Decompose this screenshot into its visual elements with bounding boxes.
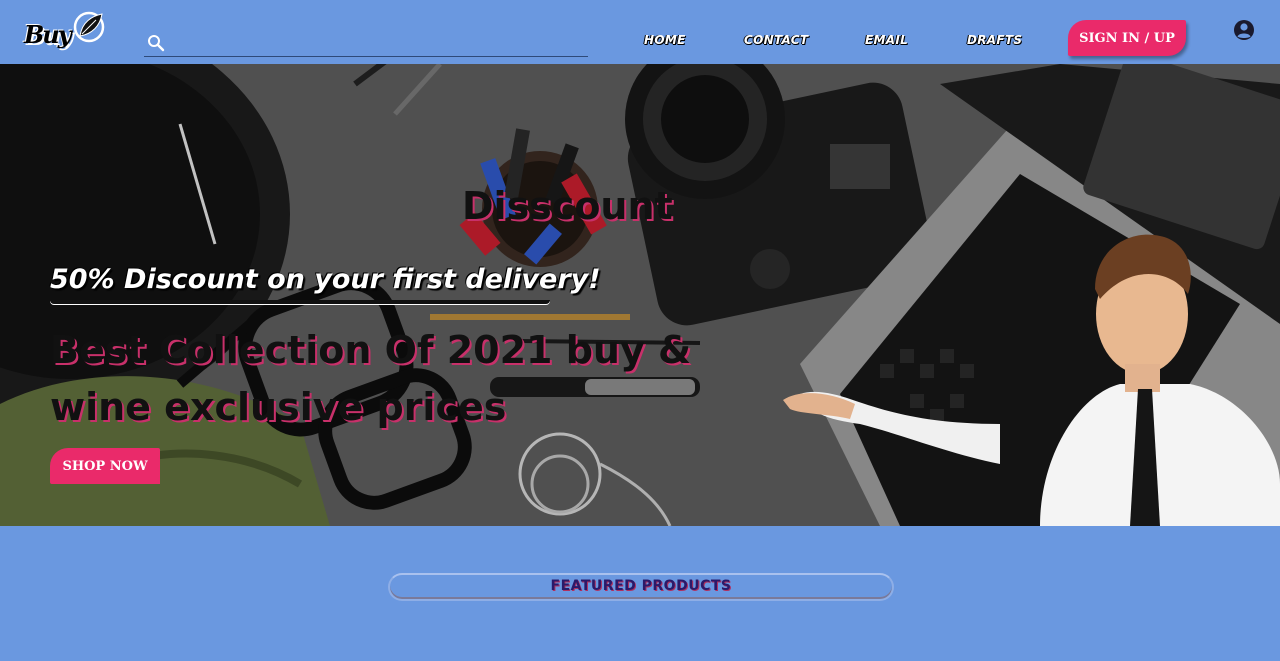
nav-contact[interactable]: CONTACT bbox=[744, 33, 808, 47]
hero-banner: Disscount 50% Discount on your first del… bbox=[0, 64, 1280, 526]
navbar: Buy HOME CONTACT EMAIL DRAFTS SIGN IN / … bbox=[0, 0, 1280, 64]
search-bar bbox=[144, 30, 588, 57]
leaf-icon bbox=[73, 11, 105, 43]
shop-now-button[interactable]: SHOP NOW bbox=[50, 448, 160, 484]
hero-headline: Best Collection Of 2021 buy & wine exclu… bbox=[50, 322, 730, 436]
logo[interactable]: Buy bbox=[22, 10, 106, 52]
user-circle-icon[interactable] bbox=[1233, 19, 1255, 41]
featured-products-heading: FEATURED PRODUCTS bbox=[388, 573, 894, 601]
hero-background-image bbox=[0, 64, 1280, 526]
hero-headline-line-1: Best Collection Of 2021 buy & bbox=[50, 328, 692, 372]
signin-button[interactable]: SIGN IN / UP bbox=[1068, 20, 1186, 56]
promo-underline bbox=[50, 300, 550, 304]
hero-headline-line-2: wine exclusive prices bbox=[50, 385, 507, 429]
logo-text: Buy bbox=[24, 20, 72, 49]
featured-products-label: FEATURED PRODUCTS bbox=[550, 578, 732, 594]
nav-home[interactable]: HOME bbox=[644, 33, 686, 47]
search-icon[interactable] bbox=[147, 34, 165, 52]
nav-drafts[interactable]: DRAFTS bbox=[967, 33, 1022, 47]
nav-email[interactable]: EMAIL bbox=[865, 33, 908, 47]
hero-title: Disscount bbox=[462, 184, 673, 228]
promo-text: 50% Discount on your first delivery! bbox=[50, 264, 601, 295]
search-input[interactable] bbox=[172, 32, 586, 56]
